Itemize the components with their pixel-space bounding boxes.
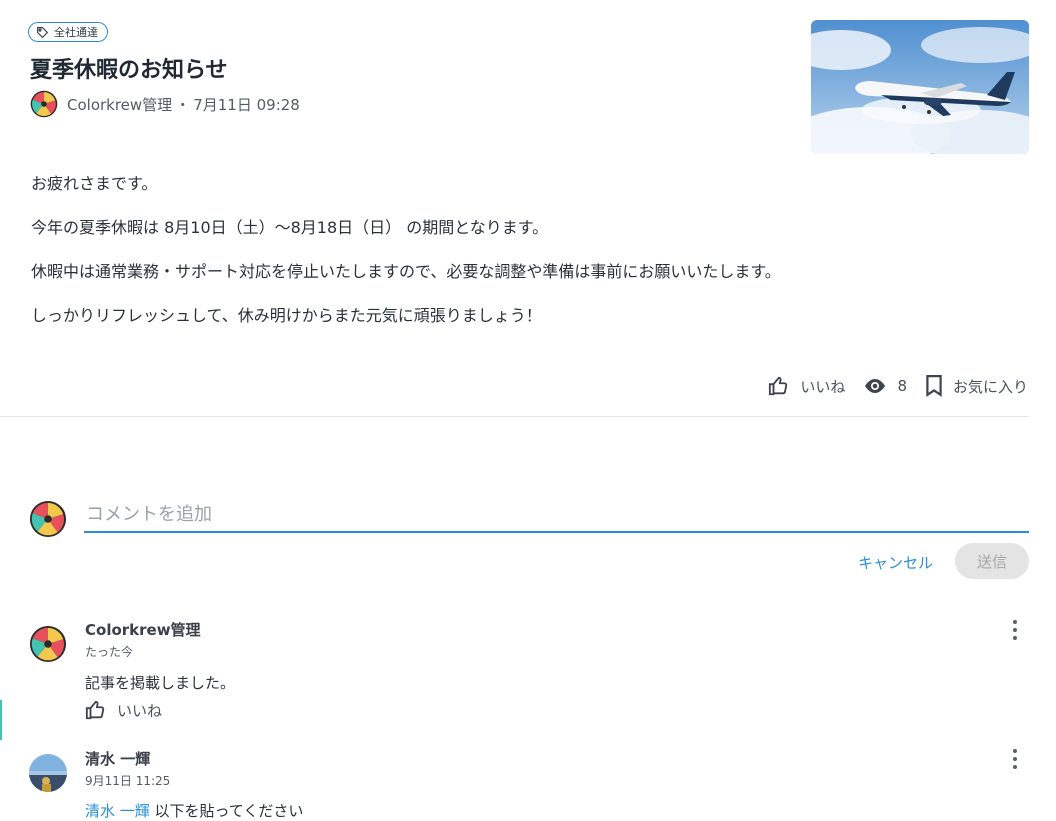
comment-time: 9月11日 11:25 (85, 774, 171, 788)
post-meta: Colorkrew管理 ・ 7月11日 09:28 (30, 90, 300, 118)
views-count: 8 (897, 377, 907, 395)
like-button[interactable]: いいね (768, 375, 845, 397)
bookmark-icon (926, 375, 942, 397)
category-tag[interactable]: 全社通達 (28, 22, 108, 42)
more-icon-dot (1013, 765, 1017, 769)
comment-menu-button[interactable] (1012, 749, 1018, 769)
post-paragraph: お疲れさまです。 (31, 174, 158, 193)
user-mention[interactable]: 清水 一輝 (85, 802, 150, 820)
post-paragraph: しっかりリフレッシュして、休み明けからまた元気に頑張りましょう！ (31, 306, 542, 325)
post-actions: いいね 8 お気に入り (750, 375, 1028, 397)
hero-airplane-image (811, 20, 1029, 154)
eye-icon (865, 379, 886, 393)
comment-time: たった今 (85, 645, 134, 659)
section-divider (0, 416, 1029, 417)
comment-text: 清水 一輝 以下を貼ってください (85, 800, 303, 821)
comment-author[interactable]: Colorkrew管理 (85, 619, 201, 640)
author-name[interactable]: Colorkrew管理 (67, 94, 172, 115)
author-avatar[interactable] (30, 90, 58, 118)
comment-text: 記事を掲載しました。 (85, 674, 236, 692)
tag-icon (37, 26, 49, 38)
comment-text-body: 以下を貼ってください (149, 802, 304, 820)
category-tag-label: 全社通達 (54, 26, 98, 39)
more-icon-dot (1013, 628, 1017, 632)
thumbs-up-icon (769, 376, 788, 396)
comment-avatar[interactable] (29, 625, 67, 663)
post-title: 夏季休暇のお知らせ (30, 58, 228, 83)
left-edge-accent (0, 700, 2, 740)
current-user-avatar (29, 500, 67, 538)
post-paragraph: 休暇中は通常業務・サポート対応を停止いたしますので、必要な調整や準備は事前にお願… (31, 262, 781, 281)
like-label: いいね (800, 377, 846, 396)
post-date: 7月11日 09:28 (193, 95, 300, 114)
comment-like-button[interactable]: いいね (85, 699, 162, 721)
thumbs-up-icon (85, 700, 105, 720)
bookmark-button[interactable]: お気に入り (925, 375, 1028, 397)
post-body: お疲れさまです。 今年の夏季休暇は 8月10日（土）〜8月18日（日） の期間と… (31, 173, 1011, 349)
comment-avatar-photo[interactable] (29, 754, 67, 792)
views-counter: 8 (863, 377, 907, 395)
comment-like-label: いいね (117, 701, 163, 720)
comment-menu-button[interactable] (1012, 620, 1018, 640)
bookmark-label: お気に入り (952, 377, 1028, 396)
cancel-button[interactable]: キャンセル (850, 547, 941, 577)
more-icon-dot (1013, 757, 1017, 761)
post-paragraph: 今年の夏季休暇は 8月10日（土）〜8月18日（日） の期間となります。 (31, 218, 549, 237)
meta-separator: ・ (175, 95, 191, 114)
more-icon-dot (1013, 749, 1017, 753)
comment-author[interactable]: 清水 一輝 (85, 748, 150, 769)
comment-input[interactable] (84, 497, 1029, 533)
send-button[interactable]: 送信 (955, 543, 1029, 579)
more-icon-dot (1013, 636, 1017, 640)
more-icon-dot (1013, 620, 1017, 624)
